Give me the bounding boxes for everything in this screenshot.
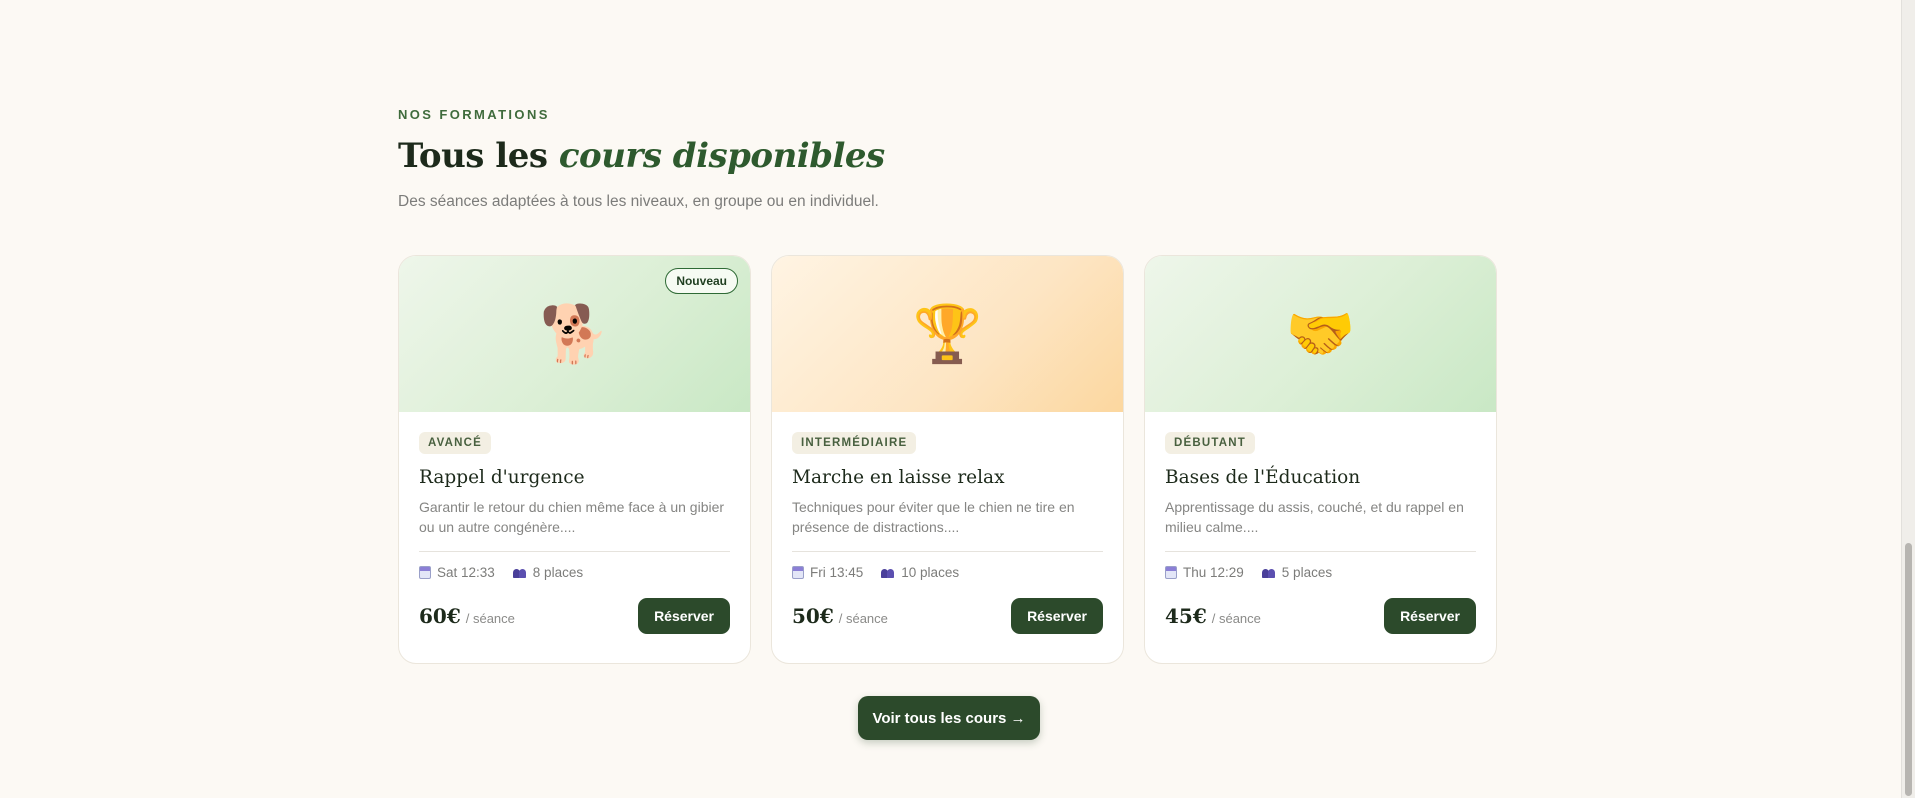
page: NOS FORMATIONS Tous les cours disponible…	[0, 0, 1915, 798]
schedule: Thu 12:29	[1165, 565, 1244, 580]
course-card-body: INTERMÉDIAIRE Marche en laisse relax Tec…	[772, 412, 1123, 634]
places: 8 places	[512, 565, 584, 580]
divider	[792, 551, 1103, 552]
vertical-scrollbar[interactable]	[1901, 0, 1915, 798]
course-card: 🤝 DÉBUTANT Bases de l'Éducation Apprenti…	[1144, 255, 1497, 664]
all-courses-button[interactable]: Voir tous les cours →	[858, 696, 1040, 740]
level-badge: INTERMÉDIAIRE	[792, 432, 917, 454]
course-title: Marche en laisse relax	[792, 467, 1005, 488]
calendar-icon	[1165, 566, 1177, 579]
places: 10 places	[881, 565, 959, 580]
price: 60€ / séance	[419, 604, 515, 628]
course-description: Techniques pour éviter que le chien ne t…	[792, 499, 1075, 535]
places: 5 places	[1261, 565, 1333, 580]
section-title-plain: Tous les	[398, 136, 548, 176]
course-meta: Fri 13:45 10 places	[792, 565, 1103, 580]
price-value: 45€	[1165, 604, 1207, 628]
course-title: Bases de l'Éducation	[1165, 467, 1361, 488]
course-footer: 60€ / séance Réserver	[419, 598, 730, 634]
reserve-button[interactable]: Réserver	[1011, 598, 1103, 634]
calendar-icon	[419, 566, 431, 579]
price-unit: / séance	[465, 611, 515, 626]
people-icon	[512, 567, 527, 578]
section-eyebrow: NOS FORMATIONS	[398, 107, 550, 122]
course-title: Rappel d'urgence	[419, 467, 585, 488]
schedule: Sat 12:33	[419, 565, 495, 580]
schedule-text: Fri 13:45	[810, 565, 864, 580]
reserve-button[interactable]: Réserver	[1384, 598, 1476, 634]
course-card: 🏆 INTERMÉDIAIRE Marche en laisse relax T…	[771, 255, 1124, 664]
trophy-icon: 🏆	[912, 302, 983, 365]
course-card-body: DÉBUTANT Bases de l'Éducation Apprentiss…	[1145, 412, 1496, 634]
places-text: 8 places	[532, 565, 584, 580]
course-meta: Thu 12:29 5 places	[1165, 565, 1476, 580]
course-footer: 50€ / séance Réserver	[792, 598, 1103, 634]
course-card-hero: 🏆	[772, 256, 1123, 412]
new-badge: Nouveau	[665, 268, 738, 294]
price-value: 60€	[419, 604, 461, 628]
course-card-hero: 🐕 Nouveau	[399, 256, 750, 412]
course-card-body: AVANCÉ Rappel d'urgence Garantir le reto…	[399, 412, 750, 634]
divider	[1165, 551, 1476, 552]
course-cards: 🐕 Nouveau AVANCÉ Rappel d'urgence Garant…	[398, 255, 1498, 664]
course-card: 🐕 Nouveau AVANCÉ Rappel d'urgence Garant…	[398, 255, 751, 664]
schedule-text: Thu 12:29	[1183, 565, 1244, 580]
reserve-button[interactable]: Réserver	[638, 598, 730, 634]
schedule-text: Sat 12:33	[437, 565, 495, 580]
schedule: Fri 13:45	[792, 565, 863, 580]
course-footer: 45€ / séance Réserver	[1165, 598, 1476, 634]
price: 50€ / séance	[792, 604, 888, 628]
price-unit: / séance	[838, 611, 888, 626]
scrollbar-thumb[interactable]	[1905, 543, 1912, 796]
course-meta: Sat 12:33 8 places	[419, 565, 730, 580]
calendar-icon	[792, 566, 804, 579]
section-title: Tous les cours disponibles	[398, 136, 885, 176]
level-badge: DÉBUTANT	[1165, 432, 1255, 454]
course-description: Garantir le retour du chien même face à …	[419, 499, 725, 535]
course-description: Apprentissage du assis, couché, et du ra…	[1165, 499, 1464, 535]
dog-icon: 🐕	[539, 302, 610, 365]
price-unit: / séance	[1211, 611, 1261, 626]
level-badge: AVANCÉ	[419, 432, 492, 454]
price-value: 50€	[792, 604, 834, 628]
places-text: 10 places	[901, 565, 960, 580]
section-subtitle: Des séances adaptées à tous les niveaux,…	[398, 193, 879, 210]
course-card-hero: 🤝	[1145, 256, 1496, 412]
people-icon	[881, 567, 895, 578]
people-icon	[1261, 567, 1276, 578]
places-text: 5 places	[1281, 565, 1333, 580]
divider	[419, 551, 730, 552]
handshake-icon: 🤝	[1285, 302, 1356, 365]
section-title-emphasis: cours disponibles	[558, 136, 885, 176]
price: 45€ / séance	[1165, 604, 1261, 628]
